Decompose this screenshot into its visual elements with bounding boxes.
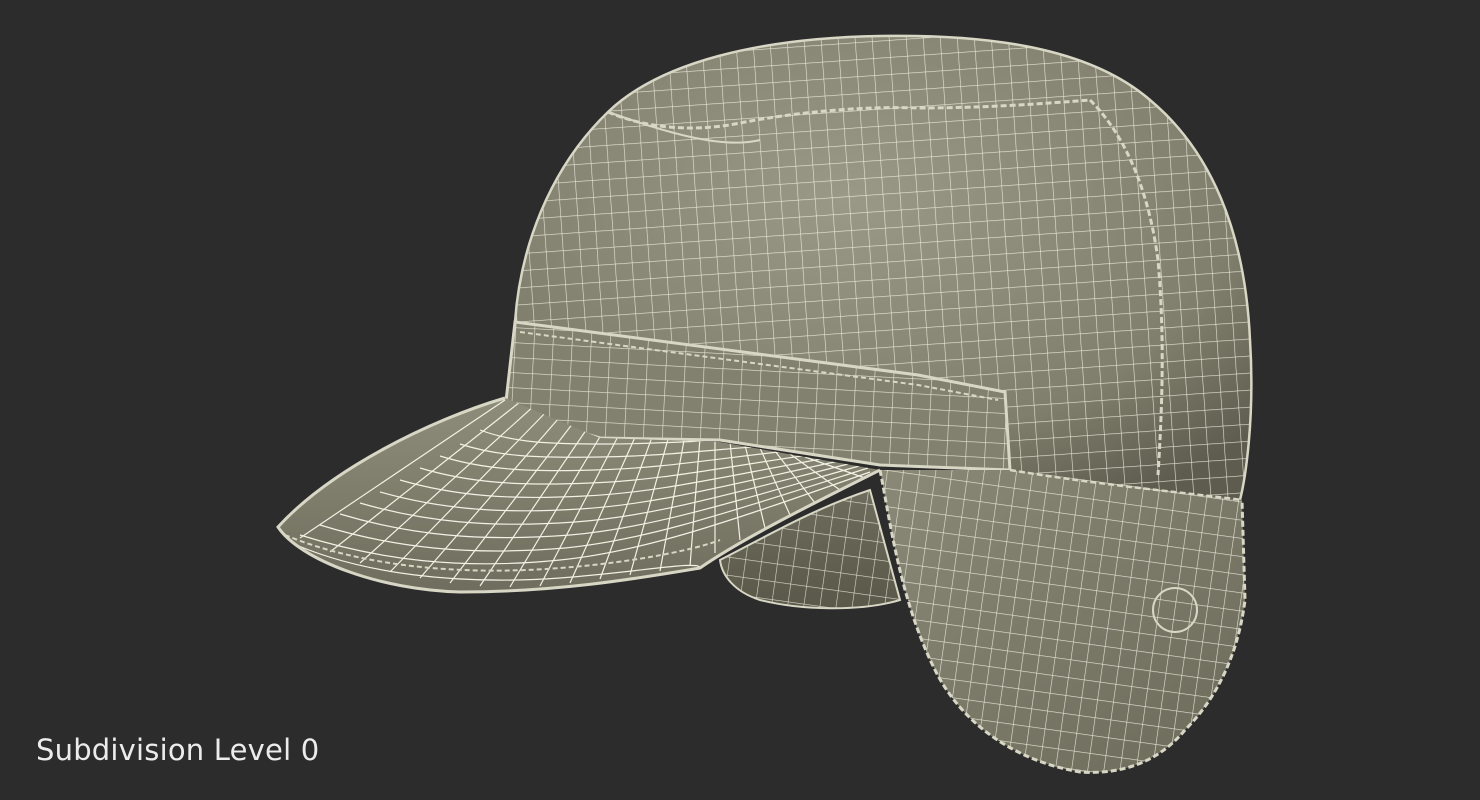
render-viewport (0, 0, 1480, 800)
subdivision-level-label: Subdivision Level 0 (36, 733, 320, 767)
